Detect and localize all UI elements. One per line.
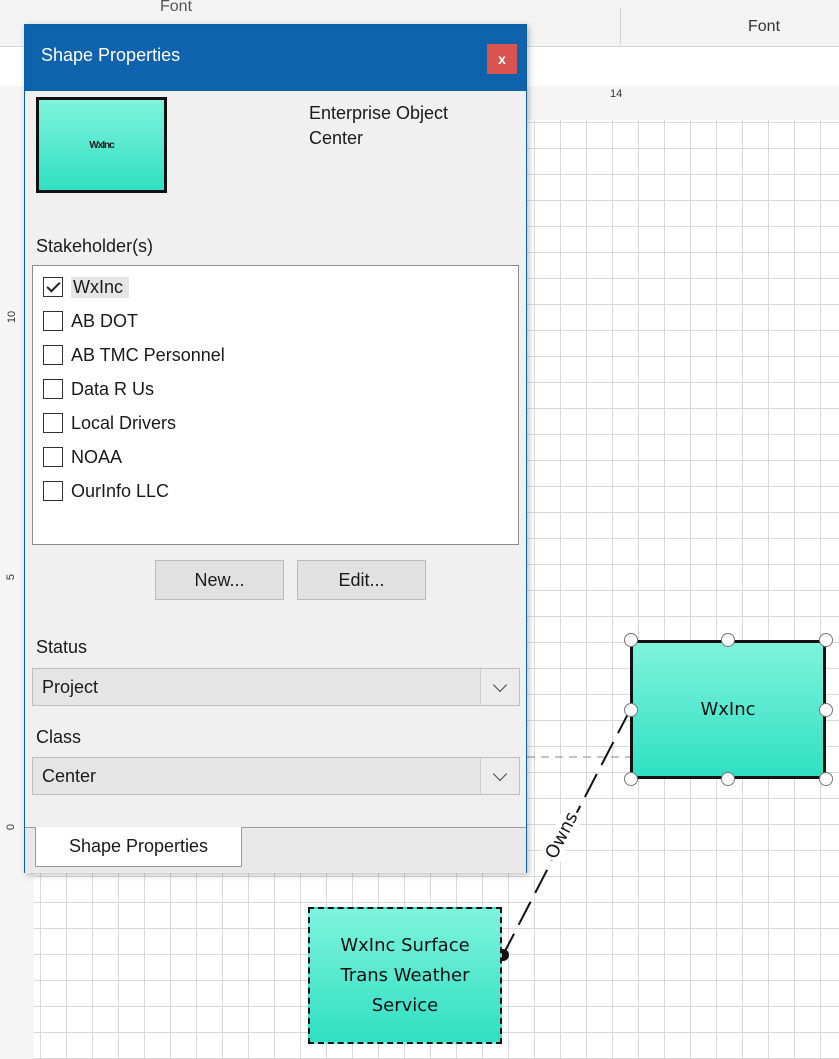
checkbox[interactable] [43, 311, 63, 331]
stakeholder-label: Local Drivers [71, 412, 177, 433]
ruler-number: 0 [5, 823, 18, 831]
stakeholder-label: WxInc [71, 276, 130, 298]
ribbon-group-label-font: Font [748, 18, 781, 35]
tab-shape-properties[interactable]: Shape Properties [35, 827, 242, 867]
ruler-number: 10 [6, 310, 19, 324]
stakeholder-item-data-r-us[interactable]: Data R Us [43, 376, 154, 402]
weather-service-shape[interactable]: WxInc Surface Trans Weather Service [308, 907, 502, 1044]
checkbox-checked[interactable] [43, 277, 63, 297]
stakeholders-label: Stakeholder(s) [36, 236, 154, 256]
ruler-number: 5 [5, 573, 18, 581]
edit-stakeholder-button[interactable]: Edit... [297, 560, 426, 600]
ruler-number: 14 [610, 88, 623, 100]
stakeholder-item-ab-tmc-personnel[interactable]: AB TMC Personnel [43, 342, 225, 368]
status-value: Project [42, 677, 99, 697]
checkbox[interactable] [43, 481, 63, 501]
ribbon-group-label-clipped: Font [160, 0, 193, 15]
chevron-down-icon[interactable] [480, 758, 519, 794]
selection-handle[interactable] [819, 633, 833, 647]
chevron-down-icon[interactable] [480, 669, 519, 705]
stakeholder-label: AB DOT [71, 310, 139, 331]
status-label: Status [36, 637, 88, 657]
selection-handle[interactable] [624, 633, 638, 647]
stakeholder-label: AB TMC Personnel [71, 344, 225, 365]
tab-strip: Shape Properties [25, 827, 526, 873]
stakeholder-label: OurInfo LLC [71, 480, 170, 501]
wxinc-shape-label: WxInc [700, 699, 756, 720]
checkbox[interactable] [43, 413, 63, 433]
shape-preview: WxInc [36, 97, 167, 193]
new-stakeholder-button[interactable]: New... [155, 560, 284, 600]
ribbon-separator [620, 8, 621, 44]
class-label: Class [36, 727, 82, 747]
selection-handle[interactable] [819, 703, 833, 717]
selection-handle[interactable] [624, 772, 638, 786]
stakeholder-label: Data R Us [71, 378, 155, 399]
checkbox[interactable] [43, 345, 63, 365]
shape-properties-window: Shape Properties x WxInc Enterprise Obje… [24, 24, 527, 873]
selection-handle[interactable] [624, 703, 638, 717]
window-titlebar[interactable]: Shape Properties x [25, 25, 526, 91]
weather-service-label: WxInc Surface Trans Weather Service [340, 934, 470, 1016]
checkbox[interactable] [43, 447, 63, 467]
stakeholder-item-ab-dot[interactable]: AB DOT [43, 308, 138, 334]
stakeholder-item-noaa[interactable]: NOAA [43, 444, 122, 470]
checkbox[interactable] [43, 379, 63, 399]
selection-handle[interactable] [819, 772, 833, 786]
selection-handle[interactable] [721, 633, 735, 647]
close-icon: x [498, 51, 506, 67]
close-button[interactable]: x [487, 44, 517, 74]
shape-preview-label: WxInc [89, 139, 114, 151]
stakeholder-item-local-drivers[interactable]: Local Drivers [43, 410, 176, 436]
stakeholder-item-ourinfo-llc[interactable]: OurInfo LLC [43, 478, 169, 504]
shape-class-label: Center [309, 128, 364, 148]
window-title: Shape Properties [41, 45, 181, 65]
class-value: Center [42, 766, 97, 786]
status-dropdown[interactable]: Project [32, 668, 520, 706]
shape-type-label: Enterprise Object [309, 103, 449, 123]
stakeholder-list[interactable]: WxInc AB DOT AB TMC Personnel Data R Us … [32, 265, 519, 545]
selection-handle[interactable] [721, 772, 735, 786]
class-dropdown[interactable]: Center [32, 757, 520, 795]
wxinc-shape[interactable]: WxInc [630, 640, 826, 779]
stakeholder-label: NOAA [71, 446, 123, 467]
stakeholder-item-wxinc[interactable]: WxInc [43, 274, 130, 300]
